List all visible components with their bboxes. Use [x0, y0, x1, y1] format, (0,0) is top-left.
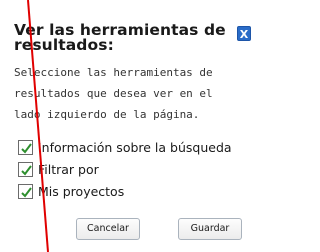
my-projects-label: Mis proyectos: [38, 184, 125, 199]
search-info-checkbox[interactable]: [18, 140, 33, 155]
search-info-label: Información sobre la búsqueda: [38, 140, 232, 155]
checkmark-icon: [21, 143, 32, 154]
cancel-button[interactable]: Cancelar: [76, 218, 140, 240]
tools-dialog: Ver las herramientas de resultados: X Se…: [0, 0, 264, 252]
checkmark-icon: [21, 165, 32, 176]
filter-by-label: Filtrar por: [38, 162, 99, 177]
dialog-description: Seleccione las herramientas de resultado…: [14, 66, 213, 121]
dialog-title: Ver las herramientas de resultados:: [14, 21, 226, 54]
close-button[interactable]: X: [237, 26, 251, 41]
my-projects-checkbox[interactable]: [18, 184, 33, 199]
checkmark-icon: [21, 187, 32, 198]
save-button[interactable]: Guardar: [178, 218, 242, 240]
filter-by-checkbox[interactable]: [18, 162, 33, 177]
